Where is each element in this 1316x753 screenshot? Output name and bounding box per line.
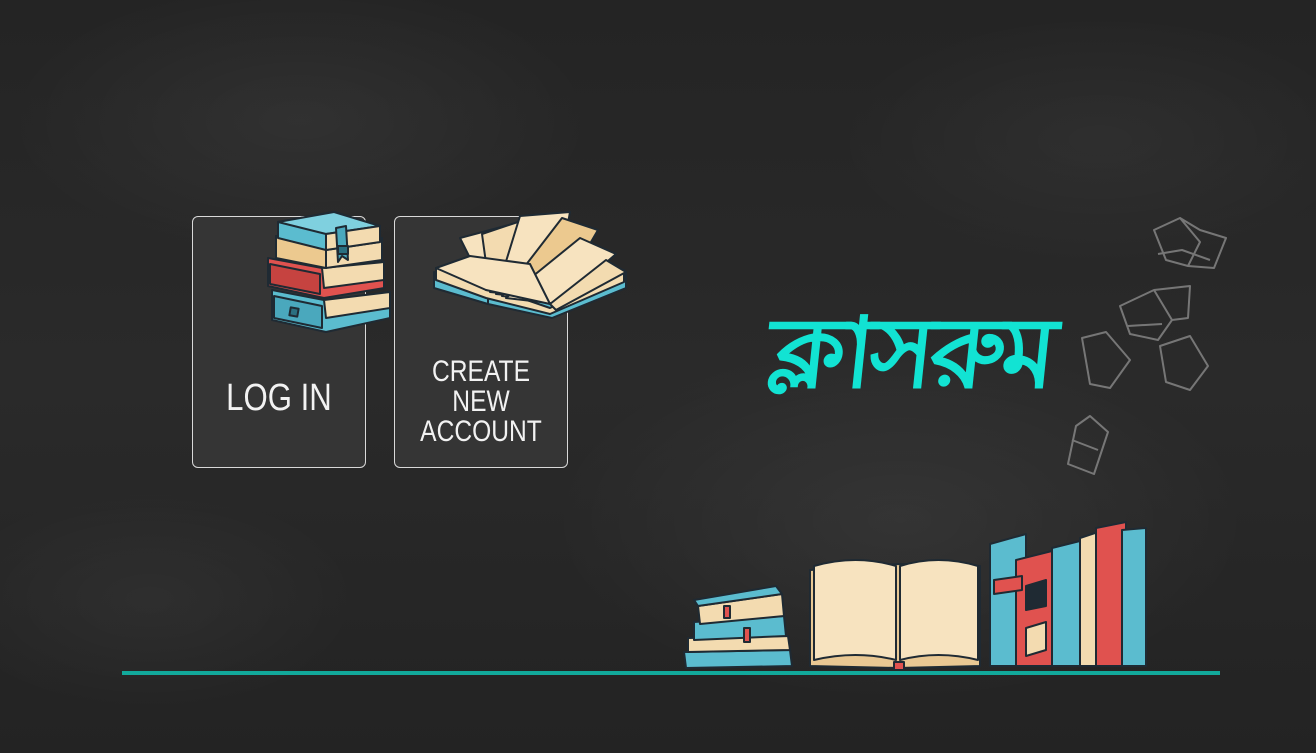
logo-text: ক্লাসরুম bbox=[762, 296, 1059, 411]
create-label-line-2: NEW bbox=[452, 385, 510, 418]
create-label-line-3: ACCOUNT bbox=[420, 415, 542, 448]
shelf-line bbox=[122, 671, 1220, 675]
bookshelf-icon bbox=[683, 521, 1147, 670]
login-label: LOG IN bbox=[226, 377, 332, 419]
book-stack-icon bbox=[267, 211, 391, 333]
open-book-icon bbox=[433, 211, 627, 319]
flying-books-icon bbox=[1067, 217, 1227, 475]
create-label-line-1: CREATE bbox=[432, 355, 530, 388]
create-account-label: CREATE NEW ACCOUNT bbox=[410, 357, 551, 447]
classroom-logo: ক্লাসরুম bbox=[720, 280, 1100, 440]
